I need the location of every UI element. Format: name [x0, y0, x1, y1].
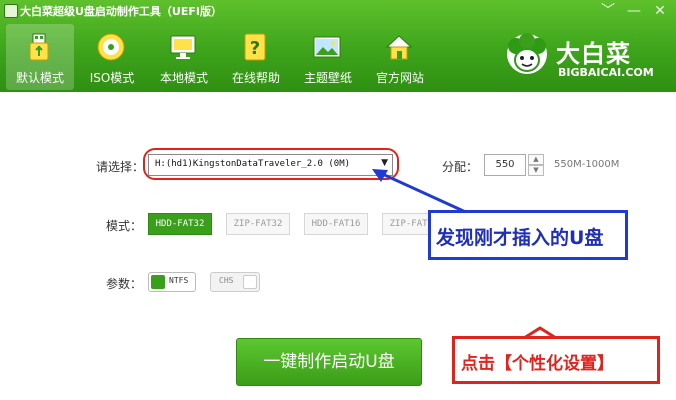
spin-down-icon[interactable]: ▼: [528, 165, 544, 176]
params-label: 参数：: [106, 277, 143, 291]
logo-text: 大白菜: [556, 40, 631, 68]
minimize-button[interactable]: —: [620, 0, 648, 22]
mode-label: 模式：: [106, 219, 143, 233]
mode-hdd-fat16-button[interactable]: HDD-FAT16: [304, 213, 368, 235]
svg-text:?: ?: [250, 38, 260, 59]
default-mode-panel: 请选择： H:(hd1)KingstonDataTraveler_2.0 (0M…: [0, 92, 676, 400]
toggle-knob: [151, 275, 165, 289]
custom-settings-callout: 点击【个性化设置】: [452, 336, 660, 384]
nav-label: 在线帮助: [231, 71, 280, 85]
nav-label: 默认模式: [15, 71, 64, 85]
ntfs-toggle[interactable]: NTFS: [148, 272, 196, 292]
chevron-down-icon: ▼: [381, 158, 388, 168]
custom-settings-callout-text: 点击【个性化设置】: [461, 354, 614, 374]
device-select-value: H:(hd1)KingstonDataTraveler_2.0 (0M): [155, 159, 351, 169]
chs-toggle[interactable]: CHS: [210, 272, 260, 292]
main-nav: 默认模式 ISO模式 本地模式 ? 在线帮助 主题壁纸 官方网站: [6, 24, 438, 90]
partition-range: 550M-1000M: [554, 159, 620, 170]
usb-drive-icon: [29, 33, 49, 61]
nav-official-site[interactable]: 官方网站: [366, 24, 434, 90]
mode-zip-fat32-button[interactable]: ZIP-FAT32: [226, 213, 290, 235]
nav-label: 主题壁纸: [303, 71, 352, 85]
close-button[interactable]: ✕: [646, 0, 674, 22]
nav-local-mode[interactable]: 本地模式: [150, 24, 218, 90]
brand-logo[interactable]: 大白菜 BIGBAICAI.COM: [504, 30, 664, 86]
app-header: 大白菜超级U盘启动制作工具（UEFI版） ﹀ — ✕ 默认模式 ISO模式 本地…: [0, 0, 676, 92]
blue-arrow-line: [377, 170, 471, 216]
select-device-label: 请选择：: [96, 160, 145, 174]
nav-iso-mode[interactable]: ISO模式: [78, 24, 146, 90]
partition-size-input[interactable]: 550: [484, 154, 526, 176]
mode-hdd-fat32-button[interactable]: HDD-FAT32: [148, 213, 212, 235]
chs-label: CHS: [219, 276, 234, 285]
nav-theme-wallpaper[interactable]: 主题壁纸: [294, 24, 362, 90]
window-title: 大白菜超级U盘启动制作工具（UEFI版）: [20, 5, 222, 18]
make-bootable-usb-button[interactable]: 一键制作启动U盘: [236, 338, 422, 386]
menu-dropdown-icon[interactable]: ﹀: [594, 0, 622, 22]
nav-label: ISO模式: [89, 71, 135, 85]
partition-label: 分配：: [442, 160, 479, 174]
nav-label: 官方网站: [375, 71, 424, 85]
device-select[interactable]: H:(hd1)KingstonDataTraveler_2.0 (0M) ▼: [148, 154, 393, 176]
monitor-icon: [170, 35, 196, 59]
title-bar: 大白菜超级U盘启动制作工具（UEFI版） ﹀ — ✕: [0, 0, 676, 22]
toggle-knob: [243, 275, 257, 289]
app-icon: [4, 4, 18, 18]
help-icon: ?: [244, 33, 266, 61]
logo-url: BIGBAICAI.COM: [558, 66, 654, 79]
home-icon: [385, 35, 413, 60]
spin-up-icon[interactable]: ▲: [528, 154, 544, 165]
disc-icon: [97, 33, 125, 61]
nav-label: 本地模式: [159, 71, 208, 85]
device-found-callout-text: 发现刚才插入的U盘: [436, 227, 604, 249]
device-found-callout: 发现刚才插入的U盘: [428, 210, 628, 260]
nav-default-mode[interactable]: 默认模式: [6, 24, 74, 90]
cabbage-mascot-icon: [507, 33, 547, 74]
ntfs-label: NTFS: [169, 276, 189, 285]
nav-online-help[interactable]: ? 在线帮助: [222, 24, 290, 90]
wallpaper-icon: [313, 36, 341, 58]
